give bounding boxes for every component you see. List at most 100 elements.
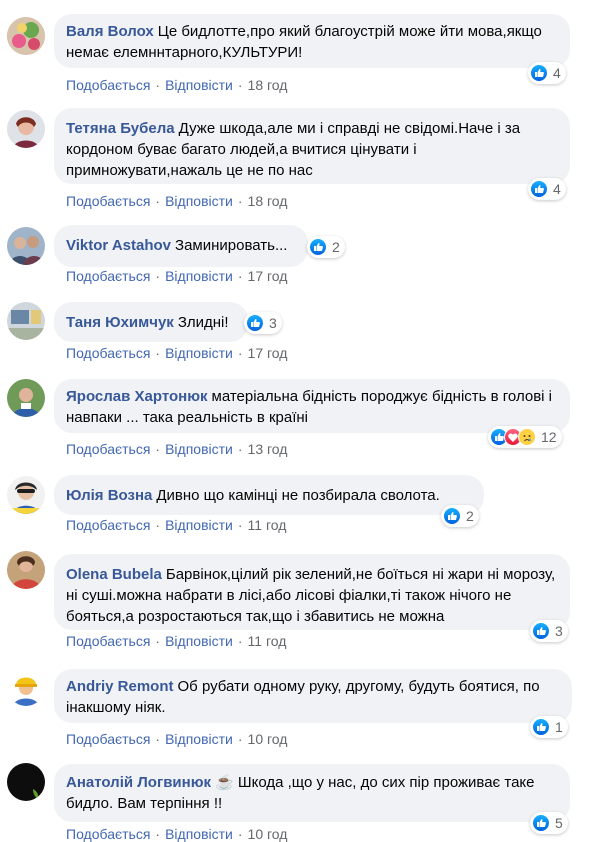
reaction-summary[interactable]: 4	[528, 178, 566, 200]
reaction-count: 1	[555, 719, 563, 735]
reaction-summary[interactable]: 12	[488, 426, 562, 448]
comment-time[interactable]: 17 год	[248, 268, 288, 284]
separator: ·	[155, 633, 161, 649]
reply-action[interactable]: Відповісти	[165, 268, 233, 284]
reaction-summary[interactable]: 2	[307, 236, 345, 258]
separator: ·	[237, 826, 243, 842]
separator: ·	[155, 826, 161, 842]
separator: ·	[155, 517, 161, 533]
avatar[interactable]	[7, 302, 45, 340]
separator: ·	[237, 193, 243, 209]
comment-actions: Подобається · Відповісти · 11 год	[66, 517, 286, 533]
comment-time[interactable]: 10 год	[248, 826, 288, 842]
comment-time[interactable]: 18 год	[248, 193, 288, 209]
avatar[interactable]	[7, 763, 45, 801]
reaction-count: 2	[332, 239, 340, 255]
comment-time[interactable]: 13 год	[248, 441, 288, 457]
avatar[interactable]	[7, 551, 45, 589]
comment-bubble: Viktor Astahov Заминировать...	[54, 225, 308, 267]
avatar[interactable]	[7, 668, 45, 706]
reply-action[interactable]: Відповісти	[165, 345, 233, 361]
avatar[interactable]	[7, 110, 45, 148]
reply-action[interactable]: Відповісти	[165, 731, 233, 747]
separator: ·	[237, 731, 243, 747]
reply-action[interactable]: Відповісти	[165, 77, 233, 93]
like-action[interactable]: Подобається	[66, 193, 150, 209]
like-action[interactable]: Подобається	[66, 345, 150, 361]
comment-time[interactable]: 11 год	[248, 633, 287, 649]
comment-bubble: Валя Волох Це бидлотте,про який благоустр…	[54, 14, 570, 68]
comment-author[interactable]: Юлія Возна	[66, 487, 152, 504]
comment-bubble: Таня Юхимчук Злидні!	[54, 302, 248, 342]
reaction-count: 4	[553, 65, 561, 81]
comment-author[interactable]: Тетяна Бубела	[66, 120, 175, 137]
comment-author[interactable]: Olena Bubela	[66, 566, 162, 583]
like-action[interactable]: Подобається	[66, 268, 150, 284]
comment-author[interactable]: Валя Волох	[66, 23, 154, 40]
comment-time[interactable]: 18 год	[248, 77, 288, 93]
separator: ·	[155, 193, 161, 209]
reply-action[interactable]: Відповісти	[165, 517, 233, 533]
avatar[interactable]	[7, 476, 45, 514]
like-icon	[532, 814, 550, 832]
avatar[interactable]	[7, 17, 45, 55]
comment-actions: Подобається · Відповісти · 10 год	[66, 826, 287, 842]
reply-action[interactable]: Відповісти	[165, 826, 233, 842]
comment-text: Злидні!	[177, 314, 229, 331]
like-action[interactable]: Подобається	[66, 633, 150, 649]
like-icon	[530, 64, 548, 82]
comment-author[interactable]: Ярослав Хартонюк	[66, 388, 208, 405]
reaction-summary[interactable]: 2	[441, 505, 479, 527]
like-action[interactable]: Подобається	[66, 826, 150, 842]
reaction-summary[interactable]: 3	[244, 312, 282, 334]
like-icon	[532, 622, 550, 640]
comment-author[interactable]: Таня Юхимчук	[66, 314, 174, 331]
comment-actions: Подобається · Відповісти · 17 год	[66, 268, 287, 284]
comment-actions: Подобається · Відповісти · 17 год	[66, 345, 287, 361]
avatar[interactable]	[7, 379, 45, 417]
comment-author[interactable]: Viktor Astahov	[66, 237, 171, 254]
comment-author[interactable]: Анатолій Логвинюк	[66, 774, 211, 791]
reply-action[interactable]: Відповісти	[165, 633, 233, 649]
reply-action[interactable]: Відповісти	[165, 193, 233, 209]
comment-time[interactable]: 11 год	[248, 517, 287, 533]
comment-bubble: Юлія Возна Дивно що камінці не позбирала …	[54, 475, 484, 515]
comment-author[interactable]: Andriy Remont	[66, 678, 174, 695]
like-icon	[532, 718, 550, 736]
comment-bubble: Ярослав Хартонюк матеріальна бідність пор…	[54, 379, 570, 433]
like-action[interactable]: Подобається	[66, 517, 150, 533]
comment-bubble: Тетяна Бубела Дуже шкода,але ми і справді…	[54, 108, 570, 184]
separator: ·	[155, 345, 161, 361]
separator: ·	[155, 268, 161, 284]
separator: ·	[237, 633, 243, 649]
reaction-count: 5	[555, 815, 563, 831]
separator: ·	[237, 77, 243, 93]
reaction-count: 2	[466, 508, 474, 524]
like-action[interactable]: Подобається	[66, 77, 150, 93]
reaction-count: 4	[553, 181, 561, 197]
comment-time[interactable]: 17 год	[248, 345, 288, 361]
comment-bubble: Olena Bubela Барвінок,цілий рік зелений,н…	[54, 554, 570, 630]
like-icon	[443, 507, 461, 525]
reaction-summary[interactable]: 3	[530, 620, 568, 642]
reaction-summary[interactable]: 5	[530, 812, 568, 834]
reaction-count: 12	[541, 429, 557, 445]
comment-bubble: Анатолій Логвинюк ☕ Шкода ,що у нас, до с…	[54, 764, 570, 822]
separator: ·	[237, 441, 243, 457]
comment-time[interactable]: 10 год	[248, 731, 288, 747]
separator: ·	[237, 268, 243, 284]
like-action[interactable]: Подобається	[66, 731, 150, 747]
reaction-summary[interactable]: 1	[530, 716, 568, 738]
comment-bubble: Andriy Remont Об рубати одному руку, друг…	[54, 669, 572, 723]
separator: ·	[237, 345, 243, 361]
reaction-count: 3	[269, 315, 277, 331]
comment-text: Заминировать...	[175, 237, 288, 254]
like-icon	[246, 314, 264, 332]
like-icon	[530, 180, 548, 198]
reaction-summary[interactable]: 4	[528, 62, 566, 84]
reply-action[interactable]: Відповісти	[165, 441, 233, 457]
avatar[interactable]	[7, 227, 45, 265]
comment-actions: Подобається · Відповісти · 18 год	[66, 77, 287, 93]
like-action[interactable]: Подобається	[66, 441, 150, 457]
comment-actions: Подобається · Відповісти · 10 год	[66, 731, 287, 747]
